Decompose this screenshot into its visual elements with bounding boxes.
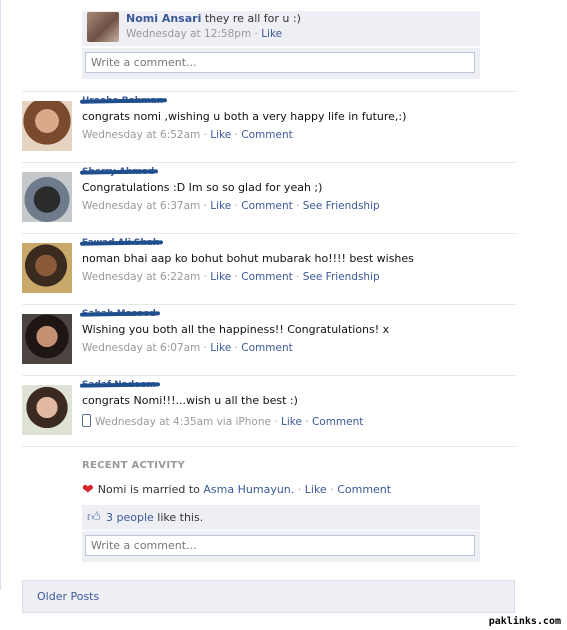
poster-name-link[interactable]: Sabah Masood bbox=[82, 309, 156, 319]
like-link[interactable]: Like bbox=[210, 271, 231, 283]
like-link[interactable]: Like bbox=[305, 483, 327, 496]
profile-picture[interactable] bbox=[22, 243, 72, 293]
poster-name-link[interactable]: Urooba Rahman bbox=[82, 96, 163, 106]
like-link[interactable]: Like bbox=[281, 416, 302, 428]
wall-post: Sabah Masood Wishing you both all the ha… bbox=[22, 304, 516, 374]
older-posts-label: Older Posts bbox=[37, 590, 100, 603]
comment-composer: Write a comment... bbox=[82, 48, 480, 79]
comment-link[interactable]: Comment bbox=[241, 342, 292, 354]
post-message: Congratulations :D Im so so glad for yea… bbox=[82, 181, 323, 194]
post-timestamp[interactable]: Wednesday at 6:07am bbox=[82, 342, 200, 354]
comment-link[interactable]: Comment bbox=[312, 416, 363, 428]
older-posts-button[interactable]: Older Posts bbox=[22, 580, 515, 613]
comment-item: Nomi Ansari they re all for u :) Wednesd… bbox=[82, 11, 480, 46]
like-link[interactable]: Like bbox=[210, 342, 231, 354]
post-timestamp[interactable]: Wednesday at 6:22am bbox=[82, 271, 200, 283]
poster-name-link[interactable]: Sherry Ahmed bbox=[82, 167, 154, 177]
feed-left-border bbox=[0, 0, 1, 590]
thumbs-up-icon: 👍︎ bbox=[87, 510, 101, 525]
write-comment-input[interactable]: Write a comment... bbox=[85, 52, 475, 73]
post-timestamp[interactable]: Wednesday at 6:52am bbox=[82, 129, 200, 141]
see-friendship-link[interactable]: See Friendship bbox=[303, 200, 380, 212]
wall-post: Sadaf Nadeem congrats Nomi!!!...wish u a… bbox=[22, 375, 516, 445]
post-message: noman bhai aap ko bohut bohut mubarak ho… bbox=[82, 252, 414, 265]
wall-post: Sherry Ahmed Congratulations :D Im so so… bbox=[22, 162, 516, 232]
profile-picture[interactable] bbox=[22, 385, 72, 435]
divider bbox=[22, 446, 516, 447]
likes-summary: 👍︎ 3 people like this. bbox=[82, 505, 480, 530]
wall-post: Fawad Ali Shah noman bhai aap ko bohut b… bbox=[22, 233, 516, 303]
wall-post: Urooba Rahman congrats nomi ,wishing u b… bbox=[22, 91, 516, 161]
likes-suffix-text: like this. bbox=[157, 511, 204, 524]
write-comment-input[interactable]: Write a comment... bbox=[85, 535, 475, 556]
post-message: congrats Nomi!!!...wish u all the best :… bbox=[82, 394, 298, 407]
comment-author-link[interactable]: Nomi Ansari bbox=[126, 12, 201, 25]
comment-like-link[interactable]: Like bbox=[261, 28, 282, 40]
see-friendship-link[interactable]: See Friendship bbox=[303, 271, 380, 283]
post-timestamp[interactable]: Wednesday at 6:37am bbox=[82, 200, 200, 212]
comment-link[interactable]: Comment bbox=[241, 129, 292, 141]
like-link[interactable]: Like bbox=[210, 129, 231, 141]
comment-link[interactable]: Comment bbox=[241, 200, 292, 212]
poster-name-link[interactable]: Fawad Ali Shah bbox=[82, 238, 159, 248]
comment-link[interactable]: Comment bbox=[337, 483, 391, 496]
profile-picture[interactable] bbox=[22, 172, 72, 222]
mobile-phone-icon bbox=[82, 414, 91, 427]
spouse-name-link[interactable]: Asma Humayun. bbox=[203, 483, 294, 496]
comment-timestamp[interactable]: Wednesday at 12:58pm bbox=[126, 28, 251, 40]
poster-name-link[interactable]: Sadaf Nadeem bbox=[82, 380, 156, 390]
post-timestamp[interactable]: Wednesday at 4:35am via iPhone bbox=[95, 416, 271, 428]
like-link[interactable]: Like bbox=[210, 200, 231, 212]
profile-picture[interactable] bbox=[22, 314, 72, 364]
watermark: paklinks.com bbox=[488, 616, 561, 627]
post-message: congrats nomi ,wishing u both a very hap… bbox=[82, 110, 407, 123]
likes-count-link[interactable]: 3 people bbox=[106, 511, 154, 524]
recent-activity-heading: RECENT ACTIVITY bbox=[82, 460, 186, 471]
post-message: Wishing you both all the happiness!! Con… bbox=[82, 323, 390, 336]
comment-composer: Write a comment... bbox=[82, 531, 480, 562]
relationship-story: ❤ Nomi is married to Asma Humayun. · Like… bbox=[82, 482, 392, 498]
story-text: Nomi is married to bbox=[97, 483, 200, 496]
heart-icon: ❤ bbox=[82, 482, 94, 498]
comment-link[interactable]: Comment bbox=[241, 271, 292, 283]
comment-text: they re all for u :) bbox=[204, 12, 301, 25]
profile-picture[interactable] bbox=[22, 101, 72, 151]
commenter-avatar[interactable] bbox=[87, 12, 119, 42]
